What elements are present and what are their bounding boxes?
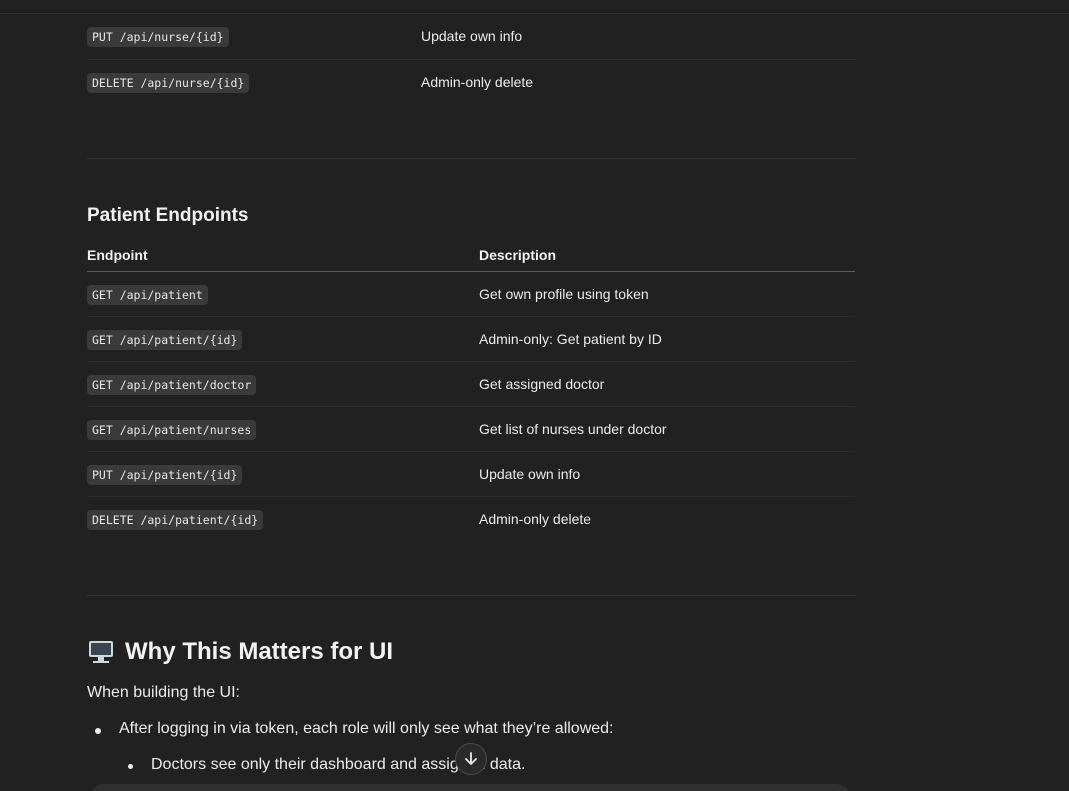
endpoint-code: PUT /api/patient/{id} <box>87 464 243 485</box>
table-row: DELETE /api/nurse/{id} Admin-only delete <box>87 59 856 104</box>
endpoint-code: GET /api/patient/{id} <box>87 329 243 350</box>
patient-endpoints-heading: Patient Endpoints <box>87 205 249 226</box>
column-header-endpoint: Endpoint <box>87 239 479 272</box>
endpoint-code: GET /api/patient/doctor <box>87 374 257 395</box>
bullet-dot <box>95 728 101 734</box>
table-row: PUT /api/patient/{id} Update own info <box>87 451 855 497</box>
endpoint-description: Update own info <box>479 451 855 497</box>
why-heading-text: Why This Matters for UI <box>125 638 394 665</box>
why-heading: Why This Matters for UI <box>87 638 393 666</box>
table-row: GET /api/patient/doctor Get assigned doc… <box>87 361 855 407</box>
endpoint-code: DELETE /api/patient/{id} <box>87 509 264 530</box>
chat-page: PUT /api/nurse/{id} Update own info DELE… <box>0 0 1069 791</box>
table-row: GET /api/patient/nurses Get list of nurs… <box>87 406 855 452</box>
endpoint-code: GET /api/patient/nurses <box>87 419 257 440</box>
bullet-dot <box>128 764 133 769</box>
desktop-computer-icon <box>87 639 115 665</box>
scroll-to-bottom-button[interactable] <box>455 743 487 775</box>
table-row: GET /api/patient Get own profile using t… <box>87 271 855 317</box>
list-item-text: After logging in via token, each role wi… <box>119 720 614 737</box>
endpoint-code: GET /api/patient <box>87 284 208 305</box>
patient-endpoints-table: Endpoint Description GET /api/patient Ge… <box>87 239 855 541</box>
endpoint-description: Admin-only delete <box>421 73 534 90</box>
endpoint-code: PUT /api/nurse/{id} <box>87 27 229 48</box>
section-divider <box>87 158 856 159</box>
endpoint-description: Admin-only: Get patient by ID <box>479 316 855 362</box>
endpoint-description: Update own info <box>421 14 856 60</box>
table-row: DELETE /api/patient/{id} Admin-only dele… <box>87 496 855 541</box>
endpoint-description: Get own profile using token <box>479 271 855 317</box>
table-row: GET /api/patient/{id} Admin-only: Get pa… <box>87 316 855 362</box>
table-row: PUT /api/nurse/{id} Update own info <box>87 14 856 60</box>
endpoint-description: Get assigned doctor <box>479 361 855 407</box>
composer-top-edge[interactable] <box>90 784 850 791</box>
endpoint-code: DELETE /api/nurse/{id} <box>87 72 250 93</box>
nurse-endpoints-table: PUT /api/nurse/{id} Update own info DELE… <box>87 14 856 104</box>
endpoint-description: Get list of nurses under doctor <box>479 406 855 452</box>
column-header-description: Description <box>479 239 855 272</box>
lead-paragraph: When building the UI: <box>87 684 240 701</box>
arrow-down-icon <box>465 752 477 765</box>
section-divider <box>87 595 856 596</box>
table-header-row: Endpoint Description <box>87 239 855 272</box>
endpoint-description: Admin-only delete <box>479 510 592 527</box>
